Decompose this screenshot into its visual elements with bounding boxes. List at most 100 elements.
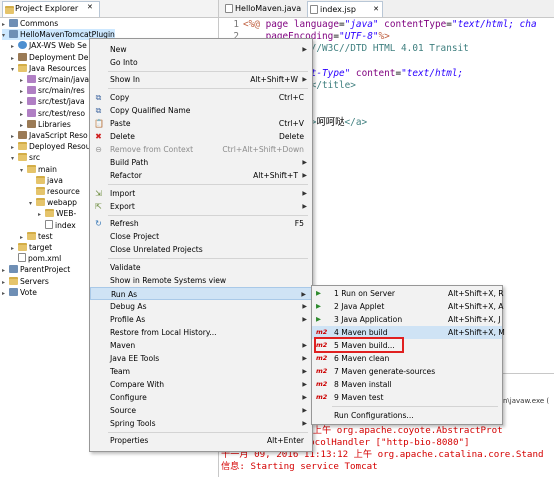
submenu-arrow-icon: ▶ xyxy=(302,316,307,323)
project-explorer-tab[interactable]: Project Explorer ✕ xyxy=(2,1,100,17)
tree-item-label: src xyxy=(29,153,41,163)
close-icon[interactable]: ✕ xyxy=(373,2,379,17)
submenu-arrow-icon: ▶ xyxy=(302,394,307,401)
editor-tab[interactable]: HelloMaven.java xyxy=(223,1,315,16)
menu-item-show-in[interactable]: Show In Alt+Shift+W ▶ xyxy=(90,73,312,86)
menu-item-export[interactable]: ⇱ Export ▶ xyxy=(90,200,312,213)
chevron-down-icon[interactable]: ▾ xyxy=(2,30,9,41)
tree-item[interactable]: ▸ src/test/java xyxy=(20,96,85,107)
tree-item[interactable]: ▸ WEB- xyxy=(38,208,76,219)
paste-icon: 📋 xyxy=(94,119,104,128)
menu-item-import[interactable]: ⇲ Import ▶ xyxy=(90,187,312,200)
menu-item-restore-from-local-history[interactable]: Restore from Local History... xyxy=(90,326,312,339)
menu-item-source[interactable]: Source ▶ xyxy=(90,404,312,417)
run-as-item-6-maven-clean[interactable]: m2 6 Maven clean xyxy=(312,352,502,365)
tree-item[interactable]: ▾ Java Resources xyxy=(11,63,86,74)
run-as-submenu: ▶ 1 Run on Server Alt+Shift+X, R ▶ 2 Java Ap… xyxy=(311,285,505,425)
chevron-right-icon[interactable]: ▸ xyxy=(2,288,9,299)
package-icon xyxy=(27,108,36,117)
menu-item-close-project[interactable]: Close Project xyxy=(90,230,312,243)
menu-item-team[interactable]: Team ▶ xyxy=(90,365,312,378)
menu-item-new[interactable]: New ▶ xyxy=(90,43,312,56)
tree-item[interactable]: ▸ JAX-WS Web Se xyxy=(11,40,87,51)
run-as-item-1-run-on-server[interactable]: ▶ 1 Run on Server Alt+Shift+X, R xyxy=(312,287,504,300)
tree-item-label: Deployment De xyxy=(29,52,89,62)
chevron-down-icon[interactable]: ▾ xyxy=(20,165,27,176)
run-as-item-8-maven-install[interactable]: m2 8 Maven install xyxy=(312,378,502,391)
tree-item[interactable]: ▸ JavaScript Reso xyxy=(11,130,88,141)
menu-item-delete[interactable]: ✖ Delete Delete xyxy=(90,130,312,143)
tree-item[interactable]: ▾ main xyxy=(20,164,57,175)
lib-icon xyxy=(18,131,27,139)
menu-item-java-ee-tools[interactable]: Java EE Tools ▶ xyxy=(90,352,312,365)
tree-item[interactable]: ▸ Commons xyxy=(2,18,58,29)
close-icon[interactable]: ✕ xyxy=(87,3,93,11)
menu-item-label: Close Project xyxy=(110,232,160,241)
menu-item-shortcut: Alt+Shift+W xyxy=(250,75,298,84)
menu-separator xyxy=(108,432,308,433)
tree-item[interactable]: ▸ src/main/java xyxy=(20,74,89,85)
menu-item-debug-as[interactable]: Debug As ▶ xyxy=(90,300,312,313)
submenu-arrow-icon: ▶ xyxy=(302,407,307,414)
menu-item-validate[interactable]: Validate xyxy=(90,261,312,274)
menu-item-close-unrelated-projects[interactable]: Close Unrelated Projects xyxy=(90,243,312,256)
tree-item-label: index xyxy=(55,220,76,230)
tree-item[interactable]: ▾ webapp xyxy=(29,197,77,208)
tree-item[interactable]: ▸ Libraries xyxy=(20,119,71,130)
chevron-down-icon[interactable]: ▾ xyxy=(29,198,36,209)
tree-item[interactable]: ▸ ParentProject xyxy=(2,264,70,275)
menu-item-go-into[interactable]: Go Into xyxy=(90,56,312,69)
tree-item-label: ParentProject xyxy=(20,265,71,275)
menu-item-configure[interactable]: Configure ▶ xyxy=(90,391,312,404)
editor-tab[interactable]: index.jsp ✕ xyxy=(307,1,383,17)
tree-item[interactable]: pom.xml xyxy=(11,253,61,264)
menu-separator xyxy=(108,215,308,216)
tree-item[interactable]: ▸ Vote xyxy=(2,287,37,298)
tree-item[interactable]: ▸ target xyxy=(11,242,52,253)
menu-item-maven[interactable]: Maven ▶ xyxy=(90,339,312,352)
menu-item-refactor[interactable]: Refactor Alt+Shift+T ▶ xyxy=(90,169,312,182)
tree-item[interactable]: ▸ Deployment De xyxy=(11,52,88,63)
menu-item-run-as[interactable]: Run As ▶ xyxy=(90,287,312,300)
tree-item-label: src/test/java xyxy=(38,97,85,107)
tree-item[interactable]: ▸ Servers xyxy=(2,276,49,287)
menu-item-compare-with[interactable]: Compare With ▶ xyxy=(90,378,312,391)
run-as-item-3-java-application[interactable]: ▶ 3 Java Application Alt+Shift+X, J xyxy=(312,313,502,326)
menu-item-label: 9 Maven test xyxy=(334,393,384,402)
tree-item[interactable]: ▸ src/main/res xyxy=(20,85,85,96)
tree-item-label: Vote xyxy=(20,287,37,297)
menu-item-label: Source xyxy=(110,406,137,415)
project-icon xyxy=(9,287,18,296)
menu-item-spring-tools[interactable]: Spring Tools ▶ xyxy=(90,417,312,430)
run-as-item-2-java-applet[interactable]: ▶ 2 Java Applet Alt+Shift+X, A xyxy=(312,300,504,313)
menu-item-show-in-remote-systems-view[interactable]: Show in Remote Systems view xyxy=(90,274,312,287)
chevron-down-icon[interactable]: ▾ xyxy=(11,153,18,164)
tree-item[interactable]: java xyxy=(29,175,63,186)
console-line: 信息: Starting service Tomcat xyxy=(221,461,378,472)
submenu-arrow-icon: ▶ xyxy=(302,355,307,362)
tree-item[interactable]: ▸ src/test/reso xyxy=(20,108,85,119)
run-as-item-7-maven-generate-sources[interactable]: m2 7 Maven generate-sources xyxy=(312,365,502,378)
menu-item-label: Copy xyxy=(110,93,130,102)
menu-item-copy[interactable]: ⧉ Copy Ctrl+C xyxy=(90,91,312,104)
menu-item-label: Team xyxy=(110,367,131,376)
menu-item-build-path[interactable]: Build Path ▶ xyxy=(90,156,312,169)
tree-item[interactable]: resource xyxy=(29,186,80,197)
menu-item-copy-qualified-name[interactable]: ⧉ Copy Qualified Name xyxy=(90,104,312,117)
menu-item-profile-as[interactable]: Profile As ▶ xyxy=(90,313,312,326)
run-as-item-9-maven-test[interactable]: m2 9 Maven test xyxy=(312,391,502,404)
tree-item-label: target xyxy=(29,243,53,252)
tree-item[interactable]: index xyxy=(38,219,76,231)
tree-item[interactable]: ▾ src xyxy=(11,152,40,163)
menu-item-properties[interactable]: Properties Alt+Enter xyxy=(90,434,312,447)
run-as-item-run-configurations[interactable]: Run Configurations... xyxy=(312,409,502,422)
file-icon xyxy=(225,4,233,13)
menu-item-paste[interactable]: 📋 Paste Ctrl+V xyxy=(90,117,312,130)
tree-item[interactable]: ▸ test xyxy=(20,231,53,242)
tree-item[interactable]: ▸ Deployed Resou xyxy=(11,141,91,152)
chevron-down-icon[interactable]: ▾ xyxy=(11,64,18,75)
menu-item-refresh[interactable]: ↻ Refresh F5 xyxy=(90,217,312,230)
annotation-highlight-box xyxy=(314,337,404,353)
tree-item-label: JavaScript Reso xyxy=(29,131,88,140)
submenu-arrow-icon: ▶ xyxy=(302,368,307,375)
